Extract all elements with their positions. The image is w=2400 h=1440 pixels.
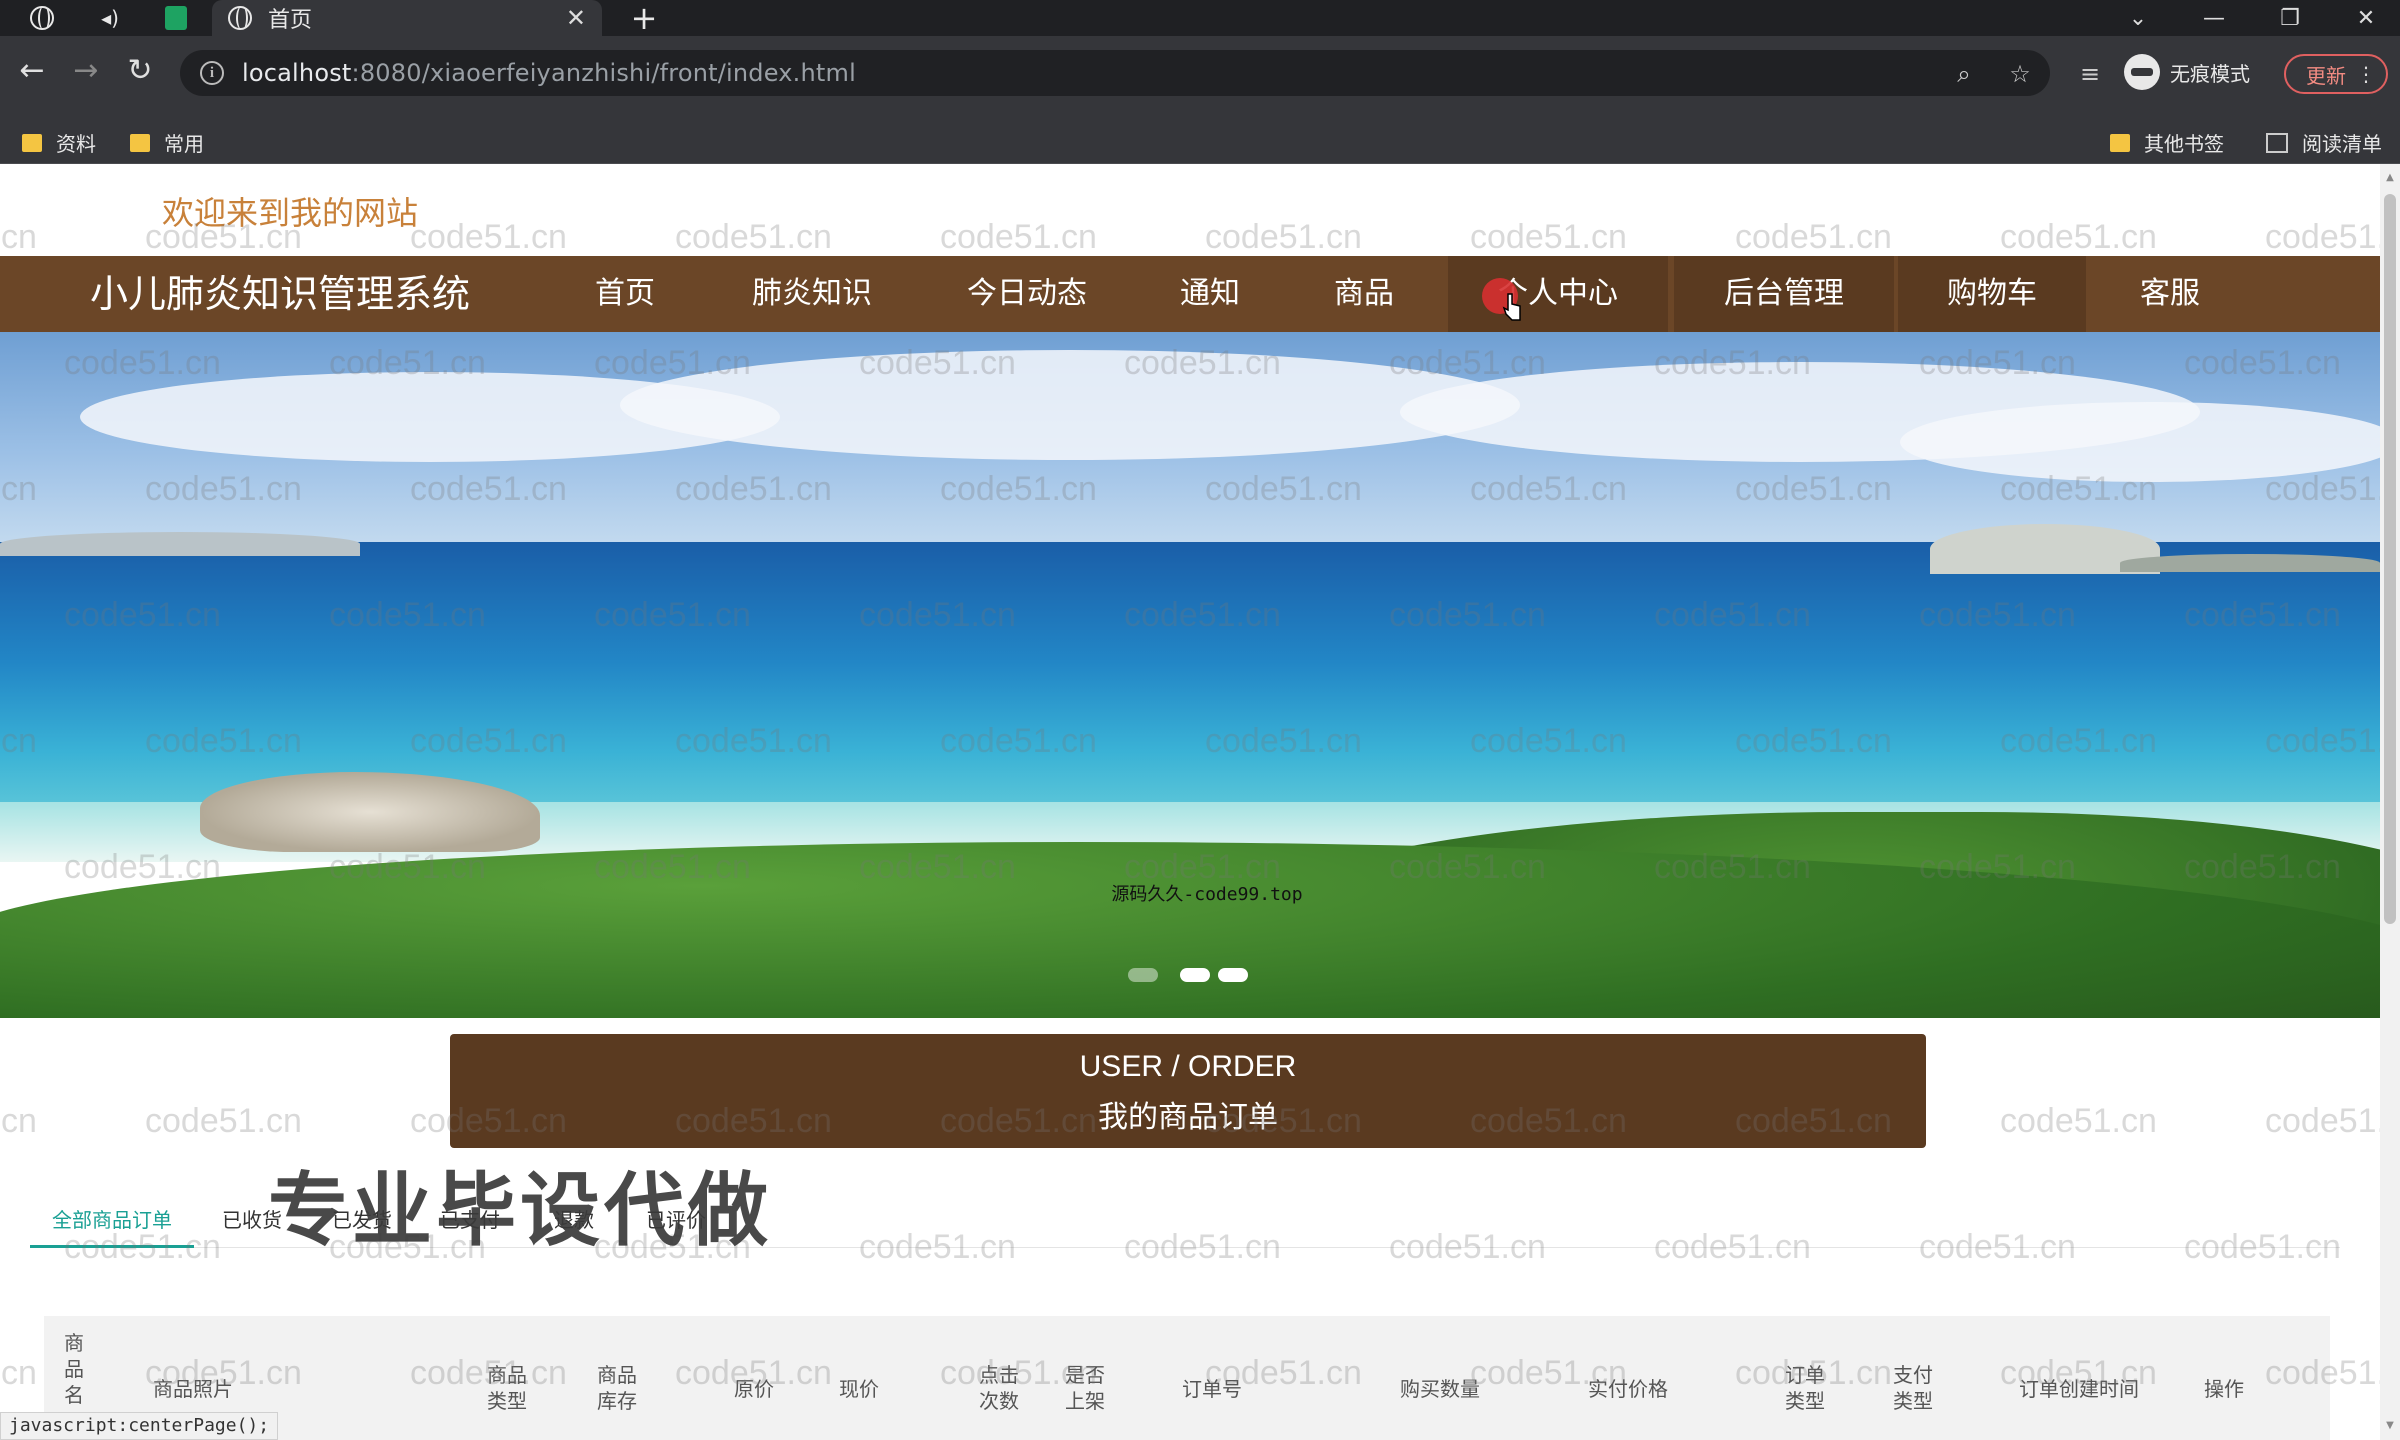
col-order-no: 订单号 [1182,1377,1242,1401]
minimize-icon[interactable]: — [2184,0,2244,36]
folder-icon [2110,133,2130,152]
nav-item-cart[interactable]: 购物车 [1898,256,2086,332]
order-title-en: USER / ORDER [1079,1050,1297,1083]
nav-item-admin[interactable]: 后台管理 [1674,256,1894,332]
bookmarks-bar: 资料 常用 其他书签 阅读清单 [0,116,2400,164]
nav-item-home[interactable]: 首页 [566,256,684,332]
tab-search-icon[interactable]: ⌄ [2108,0,2168,36]
site-title: 小儿肺炎知识管理系统 [90,272,471,316]
col-stock: 商品库存 [597,1363,637,1413]
close-window-icon[interactable]: ✕ [2336,0,2396,36]
new-tab-icon[interactable]: + [622,0,666,37]
bookmark-folder-other[interactable]: 其他书签 [2110,128,2224,157]
close-tab-icon[interactable]: ✕ [566,4,586,32]
nav-item-products[interactable]: 商品 [1314,256,1414,332]
scroll-up-icon[interactable]: ▲ [2384,172,2396,184]
restore-icon[interactable]: ❐ [2260,0,2320,36]
more-menu-icon[interactable]: ⋮ [2356,62,2376,86]
col-actions: 操作 [2204,1377,2244,1401]
tab-title: 首页 [268,8,313,33]
bookmark-folder-ziliao[interactable]: 资料 [22,128,96,157]
col-order-type: 订单类型 [1785,1363,1825,1413]
reading-list[interactable]: 阅读清单 [2266,128,2382,157]
zoom-icon[interactable]: ⌕ [1950,60,1978,88]
nav-item-news[interactable]: 今日动态 [950,256,1104,332]
tab-strip: ◂) 首页 ✕ + ⌄ — ❐ ✕ [0,0,2400,37]
col-quantity: 购买数量 [1400,1377,1480,1401]
nav-item-user-center[interactable]: 个人中心 [1448,256,1668,332]
hero-carousel[interactable]: 源码久久-code99.top [0,332,2380,1018]
col-listed: 是否上架 [1065,1363,1105,1413]
reload-icon[interactable]: ↻ [120,50,160,90]
incognito-icon [2124,54,2160,90]
carousel-dot-1[interactable] [1128,968,1158,982]
media-control-icon[interactable]: ≡ [2076,60,2104,88]
update-button[interactable]: 更新 ⋮ [2284,54,2388,94]
speaker-icon[interactable]: ◂) [90,0,130,36]
carousel-dot-2[interactable] [1180,968,1210,982]
order-title-zh: 我的商品订单 [1098,1100,1278,1135]
col-pay-type: 支付类型 [1893,1363,1933,1413]
bookmark-star-icon[interactable]: ☆ [2006,60,2034,88]
nav-item-knowledge[interactable]: 肺炎知识 [730,256,894,332]
order-section-header: USER / ORDER 我的商品订单 [450,1034,1926,1148]
forward-icon[interactable]: → [66,50,106,90]
carousel-dot-3[interactable] [1218,968,1248,982]
favicon-icon [228,6,252,30]
order-table-header: 商品名 商品照片 商品类型 商品库存 原价 现价 点击次数 是否上架 订单号 购… [44,1316,2330,1440]
col-current-price: 现价 [839,1377,879,1401]
scroll-thumb[interactable] [2384,194,2396,924]
browser-window: ◂) 首页 ✕ + ⌄ — ❐ ✕ ← → ↻ i localhost:8080… [0,0,2400,1440]
update-label: 更新 [2306,63,2346,88]
hero-caption: 源码久久-code99.top [1111,884,1303,905]
active-tab[interactable]: 首页 ✕ [212,0,602,36]
status-bar: javascript:centerPage(); [0,1412,279,1440]
nav-item-notice[interactable]: 通知 [1160,256,1260,332]
col-original-price: 原价 [734,1377,774,1401]
col-product-photo: 商品照片 [153,1377,233,1401]
tab-all-orders[interactable]: 全部商品订单 [30,1204,194,1248]
hand-cursor-icon [1502,293,1521,321]
folder-icon [22,133,42,152]
url-text[interactable]: localhost:8080/xiaoerfeiyanzhishi/front/… [242,59,856,87]
browser-toolbar: ← → ↻ i localhost:8080/xiaoerfeiyanzhish… [0,36,2400,116]
address-bar[interactable]: i localhost:8080/xiaoerfeiyanzhishi/fron… [180,50,2050,96]
nav-item-service[interactable]: 客服 [2120,256,2220,332]
welcome-text: 欢迎来到我的网站 [162,194,419,232]
col-created-time: 订单创建时间 [2019,1377,2139,1401]
page-scrollbar[interactable]: ▲ ▼ [2380,164,2400,1440]
main-nav: 小儿肺炎知识管理系统 首页 肺炎知识 今日动态 通知 商品 个人中心 后台管理 … [0,256,2380,332]
back-icon[interactable]: ← [12,50,52,90]
col-product-name: 商品名 [64,1331,84,1407]
site-info-icon[interactable]: i [200,61,224,85]
incognito-indicator[interactable]: 无痕模式 [2124,54,2250,90]
scroll-down-icon[interactable]: ▼ [2384,1420,2396,1432]
col-product-type: 商品类型 [487,1363,527,1413]
promo-overlay-text: 专业毕设代做 [268,1164,772,1257]
col-paid-price: 实付价格 [1588,1377,1668,1401]
sheet-tab-icon[interactable] [156,0,196,36]
bookmark-folder-changyong[interactable]: 常用 [130,128,204,157]
reading-list-icon [2266,132,2288,153]
incognito-label: 无痕模式 [2170,61,2250,86]
folder-icon [130,133,150,152]
browser-menu-icon[interactable] [22,0,62,36]
col-clicks: 点击次数 [979,1363,1019,1413]
